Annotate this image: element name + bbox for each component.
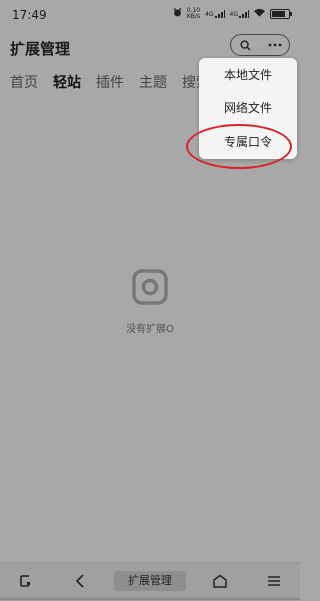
sim2-label: 4G (229, 11, 238, 18)
more-button[interactable] (263, 36, 287, 54)
home-icon (213, 574, 227, 588)
menu-item-network-file[interactable]: 网络文件 (199, 93, 297, 123)
bottom-bar-title: 扩展管理 (114, 571, 186, 591)
tab-plugins[interactable]: 插件 (96, 72, 124, 92)
bottom-bar: 扩展管理 (0, 562, 300, 601)
menu-button[interactable] (264, 571, 284, 591)
status-bar: 17:49 0.10 KB/s 4G 4G (0, 0, 300, 30)
alarm-icon (173, 8, 182, 20)
tab-light-sites[interactable]: 轻站 (53, 72, 81, 92)
net-speed-unit: KB/s (186, 13, 200, 20)
more-icon (268, 43, 281, 47)
page-title: 扩展管理 (10, 40, 71, 58)
back-icon (75, 574, 84, 588)
sim1-label: 4G (205, 11, 214, 18)
back-button[interactable] (70, 571, 90, 591)
wifi-icon (254, 8, 265, 20)
tab-home[interactable]: 首页 (10, 72, 38, 92)
menu-item-local-file[interactable]: 本地文件 (199, 60, 297, 90)
empty-state-text: 没有扩展O (126, 324, 174, 335)
signal-sim1-icon: 4G (205, 10, 225, 18)
net-speed: 0.10 KB/s (187, 8, 200, 20)
battery-fill (272, 11, 285, 17)
tabs-icon (20, 575, 30, 587)
battery-icon (270, 9, 292, 19)
signal-sim2-icon: 4G (230, 10, 249, 18)
highlight-ellipse (186, 124, 292, 169)
status-icons: 0.10 KB/s 4G 4G (173, 8, 292, 20)
header-capsule (230, 34, 290, 56)
empty-extension-icon (131, 268, 169, 306)
hamburger-icon (268, 576, 280, 586)
status-time: 17:49 (12, 8, 47, 22)
tab-themes[interactable]: 主题 (139, 72, 167, 92)
search-button[interactable] (234, 36, 258, 54)
tabs-button[interactable] (16, 571, 36, 591)
home-button[interactable] (210, 571, 230, 591)
search-icon (240, 39, 251, 51)
